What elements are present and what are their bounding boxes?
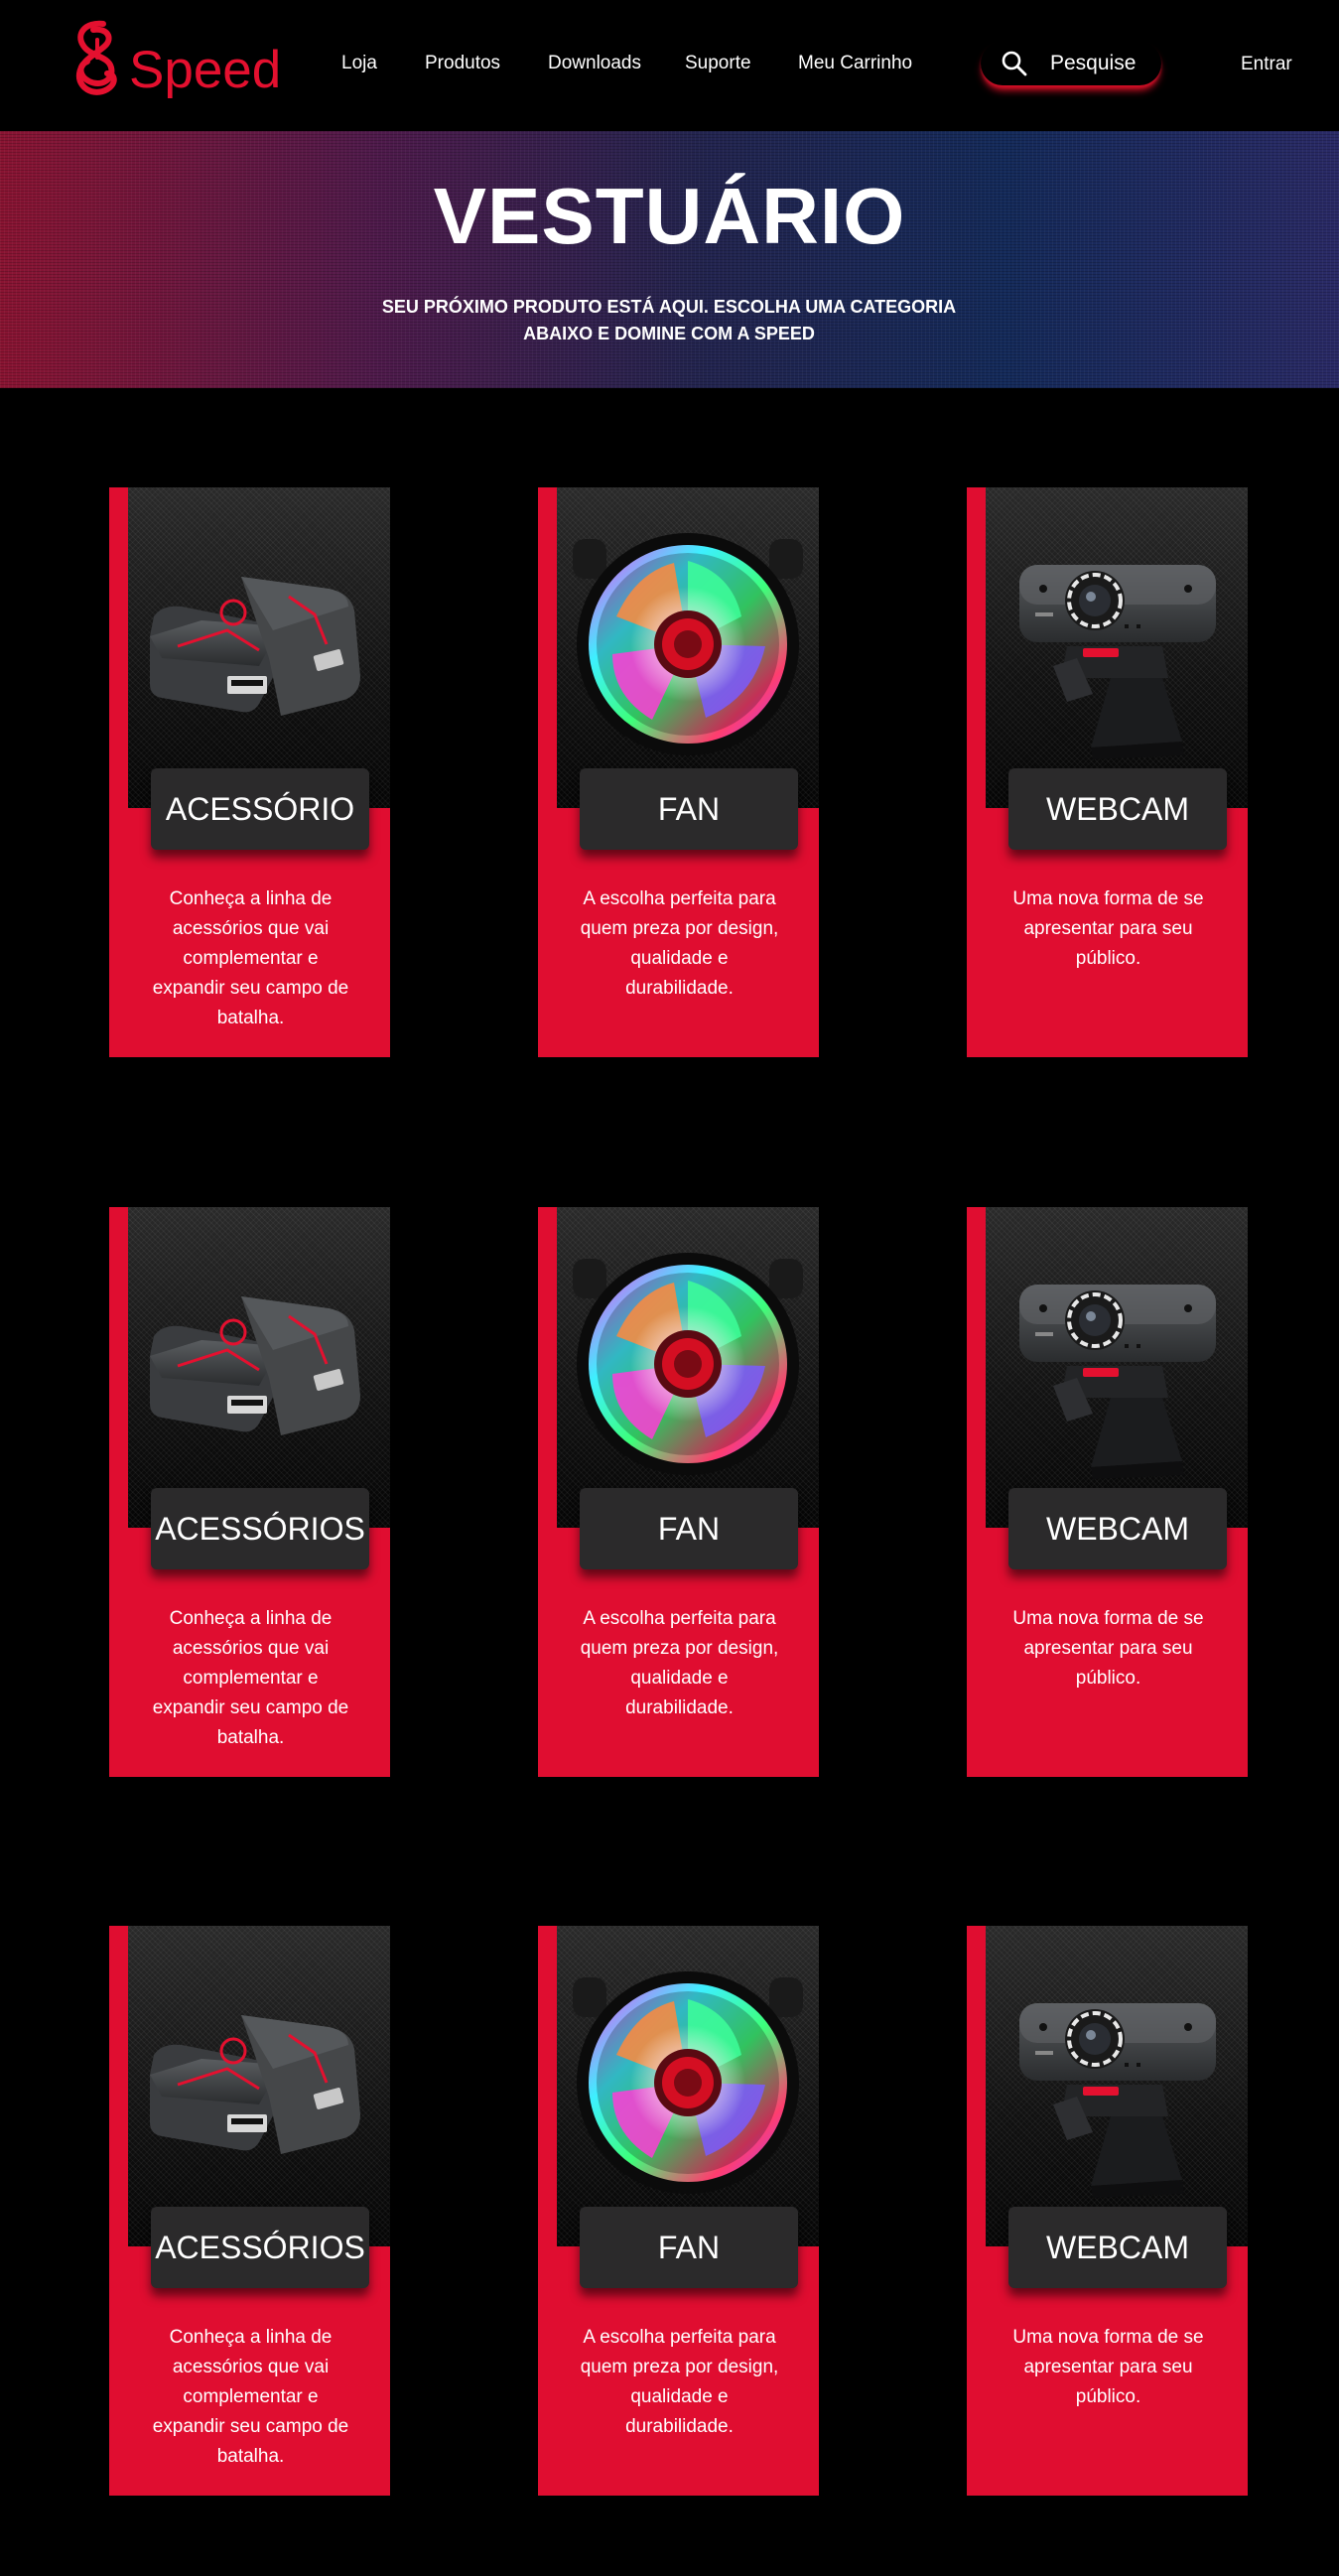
card-title-button[interactable]: FAN bbox=[580, 2207, 798, 2288]
category-card[interactable]: ACESSÓRIOS Conheça a linha de acessórios… bbox=[109, 1926, 390, 2496]
card-title-button[interactable]: ACESSÓRIOS bbox=[151, 1488, 369, 1569]
nav-link-downloads[interactable]: Downloads bbox=[548, 53, 641, 74]
card-description: Uma nova forma de se apresentar para seu… bbox=[1012, 2327, 1204, 2407]
card-title-button[interactable]: WEBCAM bbox=[1008, 1488, 1227, 1569]
category-card[interactable]: WEBCAM Uma nova forma de se apresentar p… bbox=[967, 1207, 1248, 1777]
usb-adapter-image[interactable] bbox=[128, 1926, 390, 2246]
rgb-fan-image[interactable] bbox=[557, 487, 819, 808]
logo-text: Speed bbox=[129, 41, 282, 99]
category-card[interactable]: WEBCAM Uma nova forma de se apresentar p… bbox=[967, 487, 1248, 1057]
search-input[interactable] bbox=[1050, 50, 1149, 77]
category-card[interactable]: ACESSÓRIO Conheça a linha de acessórios … bbox=[109, 487, 390, 1057]
nav-link-loja[interactable]: Loja bbox=[341, 53, 377, 74]
card-description: A escolha perfeita para quem preza por d… bbox=[580, 1608, 779, 1718]
card-title-button[interactable]: FAN bbox=[580, 768, 798, 850]
category-card[interactable]: FAN A escolha perfeita para quem preza p… bbox=[538, 487, 819, 1057]
category-card[interactable]: FAN A escolha perfeita para quem preza p… bbox=[538, 1207, 819, 1777]
card-title-button[interactable]: WEBCAM bbox=[1008, 2207, 1227, 2288]
search-box[interactable] bbox=[981, 42, 1161, 85]
hero-banner: VESTUÁRIO SEU PRÓXIMO PRODUTO ESTÁ AQUI.… bbox=[0, 131, 1339, 388]
card-title-button[interactable]: WEBCAM bbox=[1008, 768, 1227, 850]
speed-logo-icon bbox=[75, 20, 117, 95]
card-description: Conheça a linha de acessórios que vai co… bbox=[152, 1608, 349, 1748]
nav-link-meu-carrinho[interactable]: Meu Carrinho bbox=[798, 53, 912, 74]
rgb-fan-image[interactable] bbox=[557, 1207, 819, 1528]
webcam-image[interactable] bbox=[986, 487, 1248, 808]
card-title-button[interactable]: ACESSÓRIOS bbox=[151, 2207, 369, 2288]
nav-link-suporte[interactable]: Suporte bbox=[685, 53, 751, 74]
nav-link-produtos[interactable]: Produtos bbox=[425, 53, 500, 74]
usb-adapter-image[interactable] bbox=[128, 1207, 390, 1528]
card-description: A escolha perfeita para quem preza por d… bbox=[580, 2327, 779, 2437]
top-navbar: Speed Loja Produtos Downloads Suporte Me… bbox=[0, 0, 1339, 131]
search-icon[interactable] bbox=[1001, 50, 1028, 77]
card-title-button[interactable]: FAN bbox=[580, 1488, 798, 1569]
speed-logo[interactable]: Speed bbox=[64, 18, 282, 109]
hero-subtitle: SEU PRÓXIMO PRODUTO ESTÁ AQUI. ESCOLHA U… bbox=[381, 297, 957, 343]
usb-adapter-image[interactable] bbox=[128, 487, 390, 808]
category-card[interactable]: FAN A escolha perfeita para quem preza p… bbox=[538, 1926, 819, 2496]
webcam-image[interactable] bbox=[986, 1207, 1248, 1528]
category-card[interactable]: ACESSÓRIOS Conheça a linha de acessórios… bbox=[109, 1207, 390, 1777]
card-description: Uma nova forma de se apresentar para seu… bbox=[1012, 888, 1204, 969]
card-description: Conheça a linha de acessórios que vai co… bbox=[152, 888, 349, 1028]
card-description: Uma nova forma de se apresentar para seu… bbox=[1012, 1608, 1204, 1689]
page-title: VESTUÁRIO bbox=[433, 172, 906, 260]
webcam-image[interactable] bbox=[986, 1926, 1248, 2246]
rgb-fan-image[interactable] bbox=[557, 1926, 819, 2246]
card-description: Conheça a linha de acessórios que vai co… bbox=[152, 2327, 349, 2467]
category-card[interactable]: WEBCAM Uma nova forma de se apresentar p… bbox=[967, 1926, 1248, 2496]
card-description: A escolha perfeita para quem preza por d… bbox=[580, 888, 779, 999]
login-link[interactable]: Entrar bbox=[1241, 54, 1292, 75]
card-title-button[interactable]: ACESSÓRIO bbox=[151, 768, 369, 850]
